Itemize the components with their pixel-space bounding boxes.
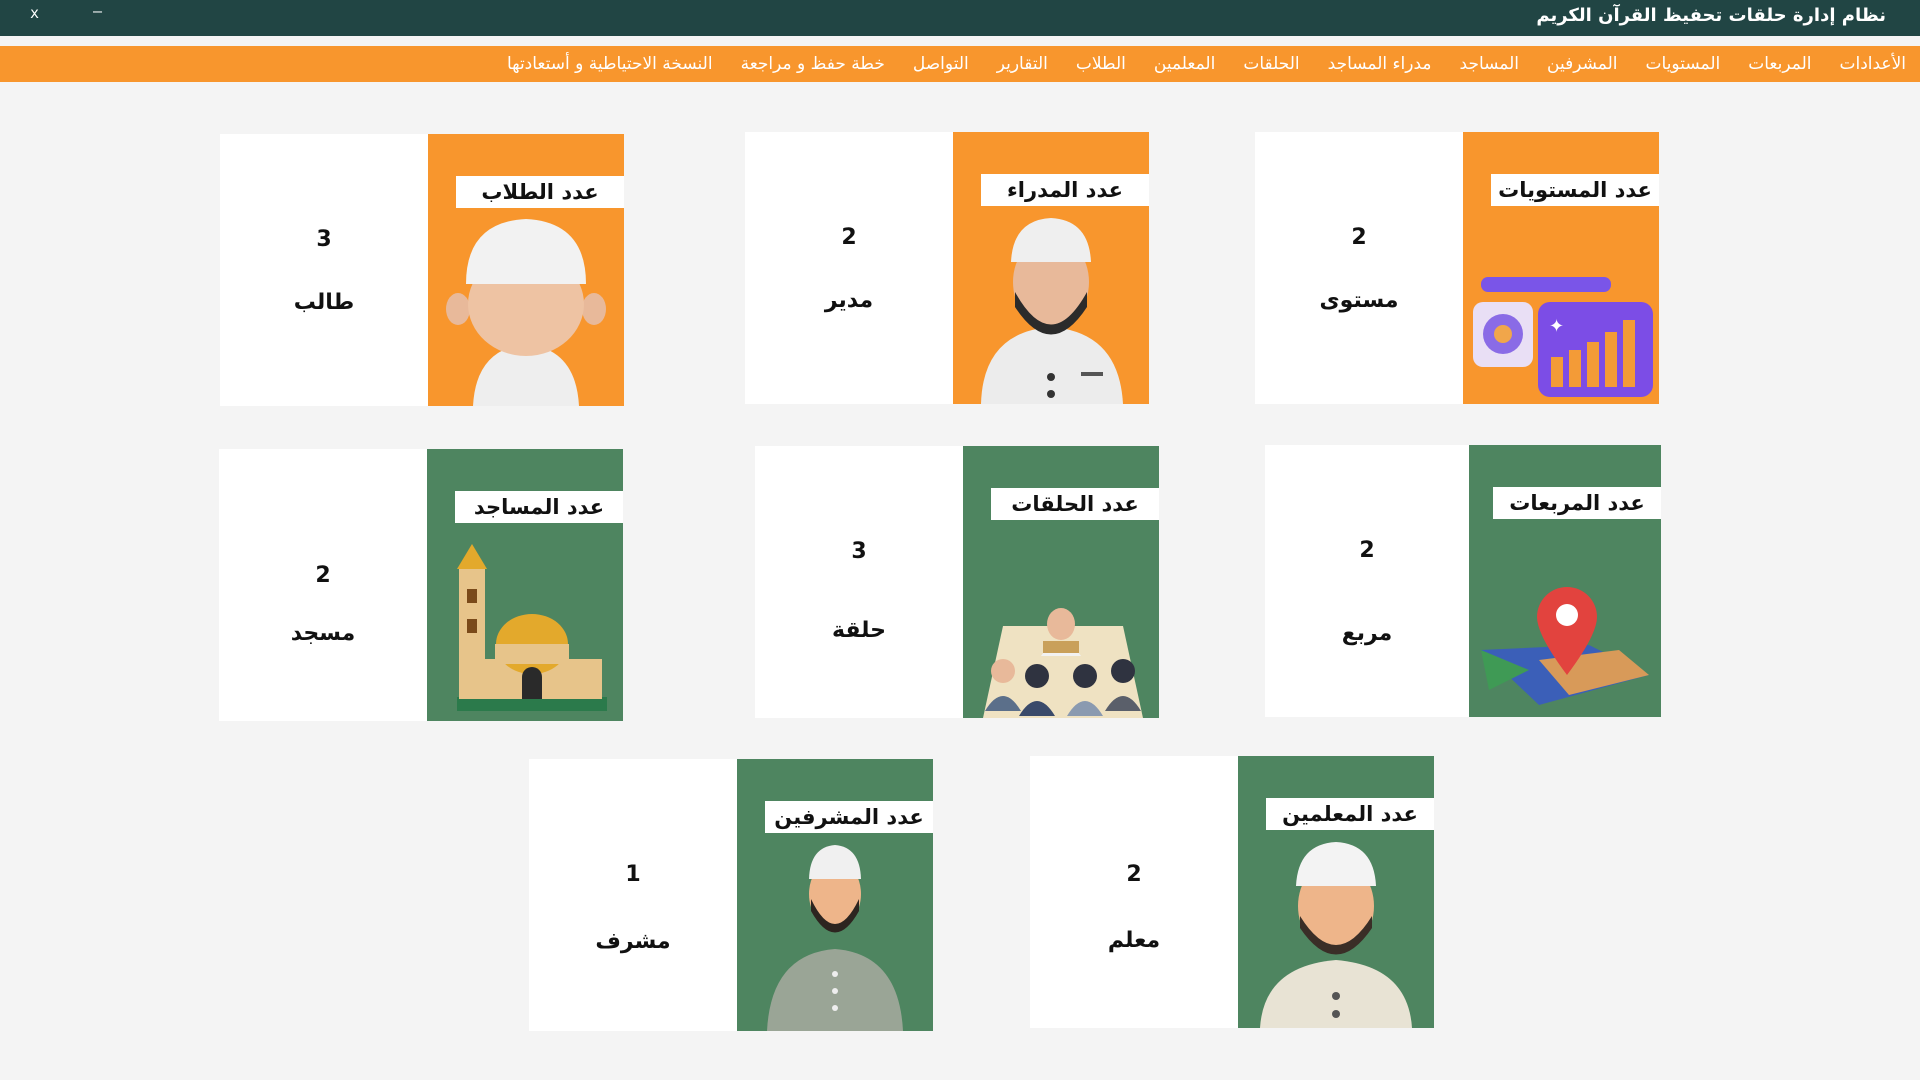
window-title: نظام إدارة حلقات تحفيظ القرآن الكريم [1536,5,1886,26]
menu-item-communication[interactable]: التواصل [913,54,969,74]
squares-art: عدد المربعات [1469,445,1661,717]
mosques-count: 2 [315,563,331,588]
mosque-icon [457,544,607,711]
supervisors-info-panel: 1 مشرف [529,759,737,1031]
circles-title: عدد الحلقات [991,488,1159,520]
students-unit: طالب [293,290,355,315]
mosques-unit: مسجد [290,621,356,646]
teachers-title: عدد المعلمين [1266,798,1434,830]
circles-unit: حلقة [831,618,886,643]
minimize-button[interactable]: — [93,2,102,20]
squares-unit: مربع [1341,621,1393,646]
teachers-count: 2 [1126,862,1142,887]
managers-info-panel: 2 مدير [745,132,953,404]
study-circle-icon [983,608,1143,718]
teachers-info-panel: 2 معلم [1030,756,1238,1028]
title-bar: x — نظام إدارة حلقات تحفيظ القرآن الكريم [0,0,1920,36]
mosques-info-panel: 2 مسجد [219,449,427,721]
students-count: 3 [316,227,332,252]
teachers-unit: معلم [1107,928,1161,953]
managers-count: 2 [841,225,857,250]
mosques-title: عدد المساجد [455,491,623,523]
menu-item-students[interactable]: الطلاب [1076,54,1126,74]
supervisor-avatar-icon [767,845,903,1031]
student-avatar-icon [446,219,606,406]
levels-info-panel: 2 مستوى [1255,132,1463,404]
squares-count: 2 [1359,538,1375,563]
menu-item-levels[interactable]: المستويات [1646,54,1721,74]
menu-item-settings[interactable]: الأعدادات [1839,54,1906,74]
menu-item-circles[interactable]: الحلقات [1243,54,1299,74]
menu-item-memorization-plan[interactable]: خطة حفظ و مراجعة [741,54,885,74]
main-menu: الأعدادات المربعات المستويات المشرفين ال… [0,46,1920,82]
supervisors-unit: مشرف [595,929,671,954]
managers-art: عدد المدراء [953,132,1149,404]
levels-art: ✦ عدد المستويات [1463,132,1659,404]
students-art: عدد الطلاب [428,134,624,406]
managers-title: عدد المدراء [981,174,1149,206]
circles-count: 3 [851,539,867,564]
chart-dashboard-icon: ✦ [1473,277,1653,397]
circles-art: عدد الحلقات [963,446,1159,718]
squares-title: عدد المربعات [1493,487,1661,519]
teacher-avatar-icon [1260,842,1412,1028]
circles-info-panel: 3 حلقة [755,446,963,718]
svg-text:✦: ✦ [1549,316,1564,337]
mosques-art: عدد المساجد [427,449,623,721]
manager-avatar-icon [981,218,1123,404]
teachers-art: عدد المعلمين [1238,756,1434,1028]
menu-item-squares[interactable]: المربعات [1748,54,1811,74]
levels-title: عدد المستويات [1491,174,1659,206]
supervisors-art: عدد المشرفين [737,759,933,1031]
squares-info-panel: 2 مربع [1265,445,1469,717]
supervisors-title: عدد المشرفين [765,801,933,833]
map-pin-icon [1481,587,1649,705]
students-info-panel: 3 طالب [220,134,428,406]
menu-item-reports[interactable]: التقارير [997,54,1048,74]
students-title: عدد الطلاب [456,176,624,208]
menu-item-mosques[interactable]: المساجد [1460,54,1520,74]
levels-unit: مستوى [1319,288,1399,313]
close-button[interactable]: x [30,4,39,22]
managers-unit: مدير [824,288,874,313]
menu-item-teachers[interactable]: المعلمين [1154,54,1215,74]
menu-item-backup-restore[interactable]: النسخة الاحتياطية و أستعادتها [507,54,713,74]
menu-item-supervisors[interactable]: المشرفين [1547,54,1617,74]
menu-item-mosque-managers[interactable]: مدراء المساجد [1328,54,1432,74]
levels-count: 2 [1351,225,1367,250]
supervisors-count: 1 [625,862,641,887]
